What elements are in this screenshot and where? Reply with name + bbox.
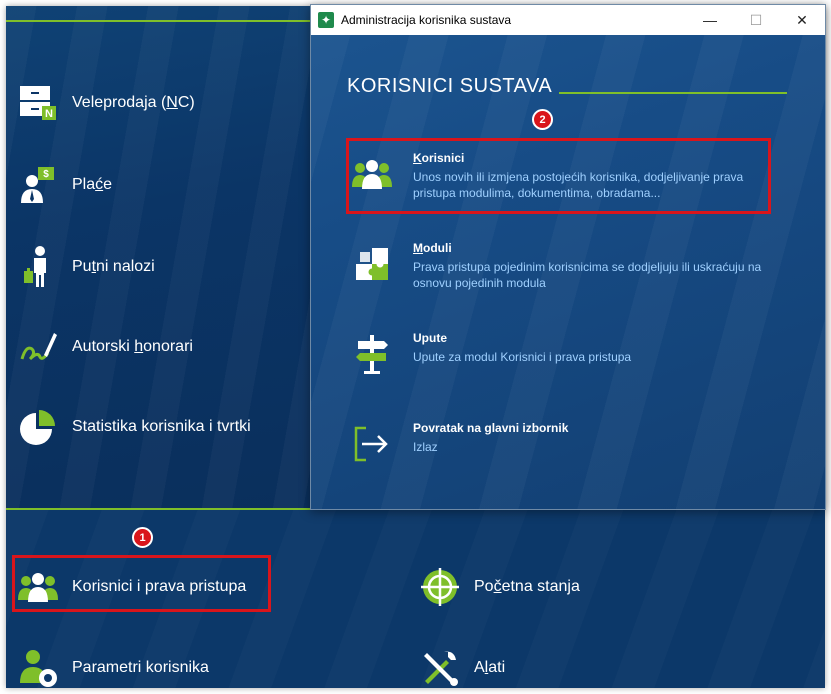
menu-item-label: Statistika korisnika i tvrtki (72, 418, 251, 435)
exit-icon (349, 421, 395, 467)
app-logo-icon: ✦ (318, 12, 334, 28)
entry-moduli[interactable]: Moduli Prava pristupa pojedinim korisnic… (349, 241, 789, 291)
dialog-heading: KORISNICI SUSTAVA (347, 75, 553, 97)
signature-icon (16, 325, 60, 369)
entry-title: Povratak na glavni izbornik (413, 421, 569, 435)
menu-item-parametri-korisnika[interactable]: Parametri korisnika (16, 643, 306, 688)
menu-item-place[interactable]: $ Plaće (16, 160, 306, 210)
entry-korisnici[interactable]: Korisnici Unos novih ili izmjena postoje… (349, 151, 789, 201)
entry-title: Korisnici (413, 151, 465, 165)
warehouse-icon: N (16, 81, 60, 125)
pie-chart-icon (16, 405, 60, 449)
heading-underline (559, 92, 787, 94)
entry-povratak[interactable]: Povratak na glavni izbornik Izlaz (349, 421, 789, 471)
signpost-icon (349, 331, 395, 377)
tools-icon (418, 646, 462, 688)
menu-item-label: Alati (474, 659, 506, 676)
annotation-badge-1: 1 (132, 527, 153, 548)
entry-description: Izlaz (413, 440, 438, 454)
dialog-titlebar[interactable]: ✦ Administracija korisnika sustava — ☐ ✕ (311, 5, 825, 35)
entry-title: Moduli (413, 241, 452, 255)
divider-top (6, 20, 316, 22)
menu-item-putni-nalozi[interactable]: Putni nalozi (16, 242, 306, 292)
travel-icon (16, 245, 60, 289)
users-icon (349, 151, 395, 197)
menu-item-label: Autorski honorari (72, 338, 193, 355)
highlight-box-1 (12, 555, 271, 612)
menu-item-pocetna-stanja[interactable]: Početna stanja (418, 562, 708, 612)
svg-text:$: $ (43, 169, 49, 180)
entry-title: Upute (413, 331, 447, 345)
dialog-title: Administracija korisnika sustava (341, 13, 512, 27)
target-icon (418, 565, 462, 609)
entry-upute[interactable]: Upute Upute za modul Korisnici i prava p… (349, 331, 789, 381)
puzzle-icon (349, 241, 395, 287)
menu-item-label: Veleprodaja (NC) (72, 94, 195, 111)
close-button[interactable]: ✕ (779, 5, 825, 35)
menu-item-statistika[interactable]: Statistika korisnika i tvrtki (16, 402, 306, 452)
menu-item-alati[interactable]: Alati (418, 643, 708, 688)
menu-item-label: Plaće (72, 176, 113, 193)
menu-item-veleprodaja[interactable]: N Veleprodaja (NC) (16, 78, 306, 128)
menu-item-autorski-honorari[interactable]: Autorski honorari (16, 322, 306, 372)
annotation-badge-2: 2 (532, 109, 553, 130)
maximize-button[interactable]: ☐ (733, 5, 779, 35)
minimize-button[interactable]: — (687, 5, 733, 35)
left-menu-panel: N Veleprodaja (NC) $ Plaće Putni nalozi … (6, 6, 316, 510)
admin-dialog: ✦ Administracija korisnika sustava — ☐ ✕… (310, 4, 826, 510)
entry-description: Unos novih ili izmjena postojećih korisn… (413, 170, 744, 200)
entry-description: Upute za modul Korisnici i prava pristup… (413, 350, 632, 364)
user-settings-icon (16, 646, 60, 688)
salary-icon: $ (16, 163, 60, 207)
entry-description: Prava pristupa pojedinim korisnicima se … (413, 260, 762, 290)
menu-item-label: Početna stanja (474, 578, 580, 595)
menu-item-label: Parametri korisnika (72, 659, 209, 676)
menu-item-label: Putni nalozi (72, 258, 155, 275)
svg-text:N: N (45, 108, 53, 120)
